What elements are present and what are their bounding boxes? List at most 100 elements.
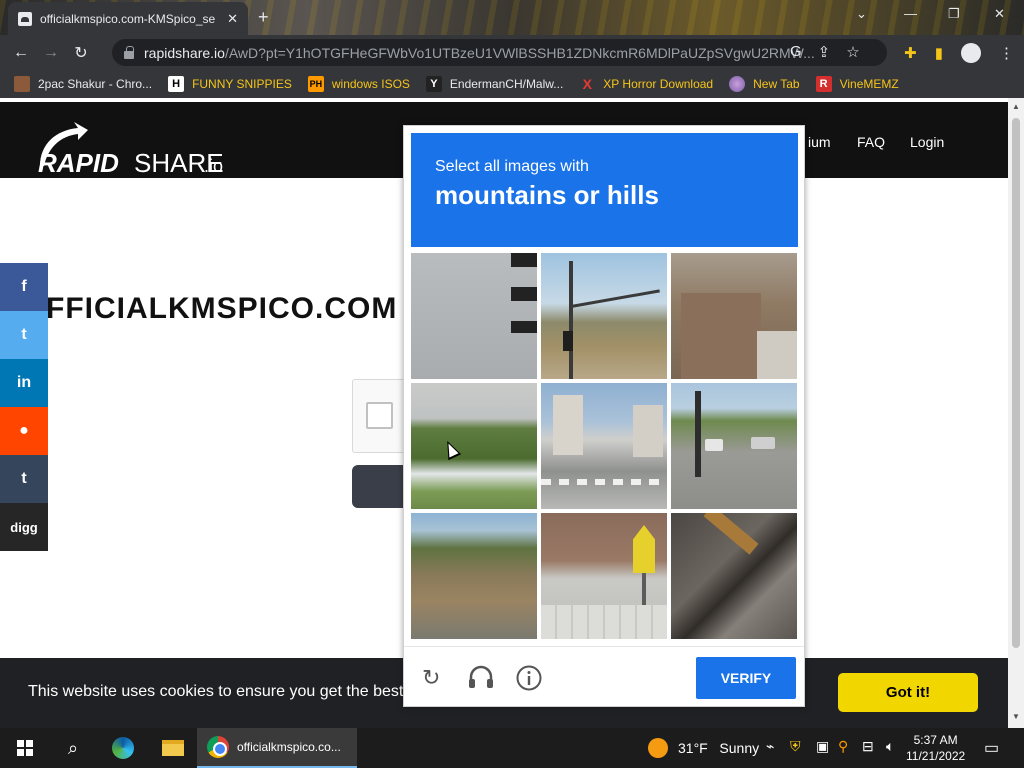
new-tab-button[interactable]: +: [258, 7, 269, 28]
nav-login[interactable]: Login: [910, 134, 944, 150]
volume-icon[interactable]: 🔈︎: [886, 738, 894, 755]
captcha-image-grid: [411, 253, 799, 641]
windows-logo-icon: [17, 740, 33, 756]
captcha-tile[interactable]: [541, 383, 667, 509]
chrome-icon: [207, 736, 229, 758]
bookmark-label: EndermanCH/Malw...: [449, 77, 564, 91]
captcha-tile[interactable]: [541, 253, 667, 379]
bookmark-label: VineMEMZ: [839, 77, 899, 91]
close-window-button[interactable]: ✕: [994, 6, 1005, 22]
captcha-tile[interactable]: [411, 253, 537, 379]
reddit-share-button[interactable]: ●: [0, 407, 48, 455]
globe-icon: [729, 76, 746, 92]
captcha-tile[interactable]: [411, 513, 537, 639]
cookie-accept-button[interactable]: Got it!: [838, 673, 978, 712]
forward-arrow-icon[interactable]: →: [36, 44, 66, 62]
linkedin-share-button[interactable]: in: [0, 359, 48, 407]
tab-search-icon[interactable]: ⌄: [856, 6, 867, 22]
page-title: FFICIALKMSPICO.COM: [46, 292, 398, 325]
share-icon[interactable]: ⇪: [818, 43, 831, 61]
ph-icon: PH: [307, 76, 324, 92]
headphones-audio-icon[interactable]: [468, 665, 494, 695]
edge-icon[interactable]: [108, 728, 138, 768]
r-icon: R: [815, 76, 832, 92]
bookmark-label: XP Horror Download: [603, 77, 714, 91]
captcha-tile[interactable]: [541, 513, 667, 639]
bookmark-star-icon[interactable]: ☆: [846, 43, 859, 61]
bookmark-windows-isos[interactable]: PH windows ISOS: [307, 76, 410, 92]
tumblr-share-button[interactable]: t: [0, 455, 48, 503]
reload-icon[interactable]: ↻: [66, 43, 96, 63]
notifications-icon[interactable]: ▭: [984, 738, 999, 758]
captcha-tile[interactable]: [671, 253, 797, 379]
file-explorer-icon[interactable]: [158, 728, 188, 768]
network-off-icon[interactable]: ⌁: [766, 738, 774, 755]
clock-time: 5:37 AM: [913, 733, 958, 747]
search-tray-icon[interactable]: ⚲: [838, 738, 848, 755]
windows-taskbar: ⌕ officialkmspico.co... 31°F Sunny ⌁ ⛨ ▣…: [0, 728, 1024, 768]
captcha-footer: ↻ VERIFY: [404, 646, 804, 707]
nav-faq[interactable]: FAQ: [857, 134, 885, 150]
nav-premium[interactable]: ium: [808, 134, 831, 150]
browser-tab[interactable]: officialkmspico.com-KMSpico_se ✕: [8, 2, 248, 35]
scroll-down-icon[interactable]: ▼: [1012, 712, 1020, 721]
bookmark-label: FUNNY SNIPPIES: [192, 77, 292, 91]
x-icon: X: [582, 76, 592, 92]
google-lens-icon[interactable]: G: [790, 43, 802, 61]
verify-button[interactable]: VERIFY: [696, 657, 796, 699]
captcha-tile[interactable]: [411, 383, 537, 509]
captcha-instruction: Select all images with: [435, 158, 589, 175]
minimize-button[interactable]: —: [904, 6, 917, 21]
scroll-thumb[interactable]: [1012, 118, 1020, 648]
url-host: rapidshare.io: [144, 44, 225, 61]
social-share-bar: f t in ● t digg: [0, 263, 48, 551]
system-clock[interactable]: 5:37 AM 11/21/2022: [906, 732, 965, 764]
bookmark-xp-horror[interactable]: X XP Horror Download: [579, 76, 714, 92]
info-icon[interactable]: [516, 665, 542, 697]
lock-icon: [124, 45, 134, 59]
site-favicon-icon: [18, 11, 32, 26]
bookmark-label: windows ISOS: [331, 77, 410, 91]
refresh-icon[interactable]: ↻: [422, 665, 440, 691]
page-scrollbar[interactable]: ▲ ▼: [1008, 98, 1024, 728]
captcha-tile[interactable]: [671, 513, 797, 639]
weather-widget[interactable]: 31°F Sunny: [678, 740, 759, 756]
logo-tld: .io: [204, 156, 224, 176]
tab-title: officialkmspico.com-KMSpico_se: [40, 11, 216, 26]
tab-close-icon[interactable]: ✕: [227, 11, 238, 27]
restore-button[interactable]: ❐: [948, 6, 960, 22]
sun-weather-icon[interactable]: [648, 738, 668, 758]
bookmark-endermanch[interactable]: Y EndermanCH/Malw...: [425, 76, 564, 92]
h-icon: H: [168, 76, 185, 92]
logo-rapid: RAPID: [38, 148, 119, 178]
search-icon[interactable]: ⌕: [58, 728, 88, 768]
scroll-up-icon[interactable]: ▲: [1012, 102, 1020, 111]
address-bar[interactable]: rapidshare.io /AwD?pt=Y1hOTGFHeGFWbVo1UT…: [112, 39, 887, 66]
digg-share-button[interactable]: digg: [0, 503, 48, 551]
taskbar-chrome-button[interactable]: officialkmspico.co...: [197, 728, 357, 768]
taskbar-chrome-label: officialkmspico.co...: [237, 740, 341, 754]
cookie-text: This website uses cookies to ensure you …: [28, 683, 404, 700]
menu-kebab-icon[interactable]: ⋮: [999, 44, 1014, 62]
clock-date: 11/21/2022: [906, 749, 966, 763]
yt-icon: Y: [425, 76, 442, 92]
facebook-share-button[interactable]: f: [0, 263, 48, 311]
network-icon[interactable]: ⊟: [862, 738, 874, 755]
captcha-checkbox[interactable]: [366, 402, 393, 429]
profile-avatar[interactable]: [961, 43, 981, 63]
extensions-puzzle-icon[interactable]: ✚: [904, 44, 917, 62]
twitter-share-button[interactable]: t: [0, 311, 48, 359]
bookmark-label: 2pac Shakur - Chro...: [38, 77, 153, 91]
security-shield-icon[interactable]: ⛨: [790, 738, 801, 755]
bookmark-funny-snippies[interactable]: H FUNNY SNIPPIES: [168, 76, 292, 92]
2pac-icon: [14, 76, 30, 92]
gpu-icon[interactable]: ▣: [816, 738, 829, 755]
bookmark-2pac[interactable]: 2pac Shakur - Chro...: [14, 76, 152, 92]
bookmark-vinememz[interactable]: R VineMEMZ: [815, 76, 899, 92]
url-path: /AwD?pt=Y1hOTGFHeGFWbVo1UTBzeU1VWlBSSHB1…: [224, 44, 815, 61]
bookmark-new-tab[interactable]: New Tab: [729, 76, 800, 92]
back-arrow-icon[interactable]: ←: [6, 44, 36, 62]
side-panel-icon[interactable]: ▮: [935, 44, 943, 62]
start-button[interactable]: [10, 728, 40, 768]
captcha-tile[interactable]: [671, 383, 797, 509]
